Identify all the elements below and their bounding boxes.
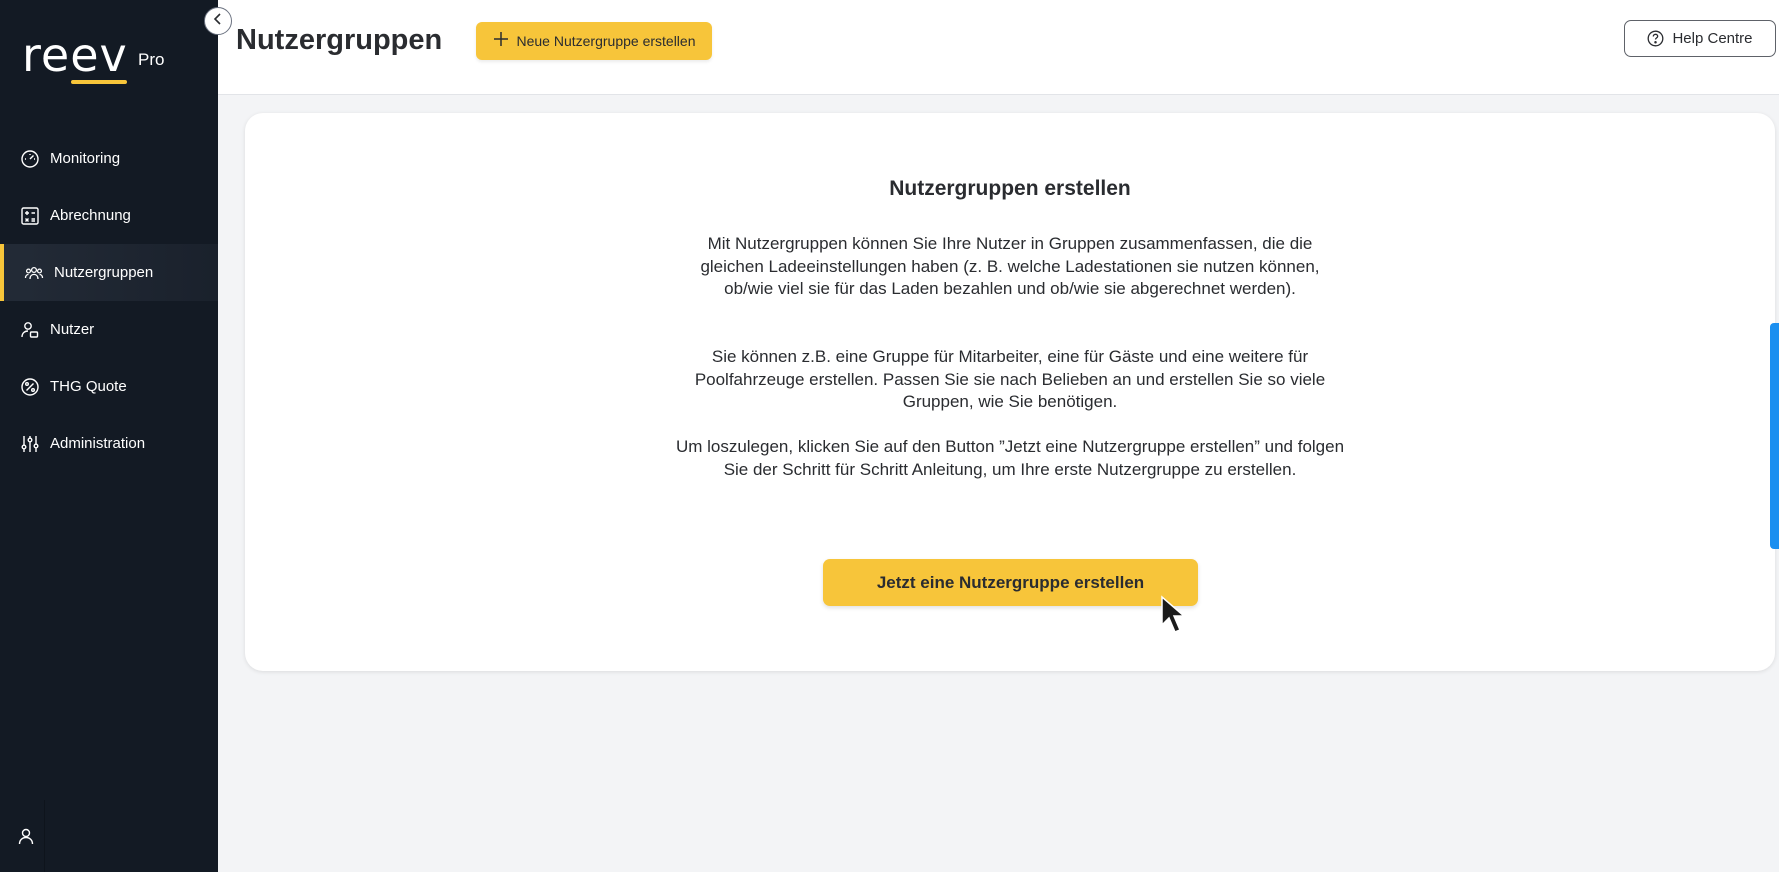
sidebar-item-nutzer[interactable]: Nutzer: [0, 301, 218, 358]
create-user-group-button[interactable]: Jetzt eine Nutzergruppe erstellen: [823, 559, 1198, 606]
help-centre-button[interactable]: Help Centre: [1624, 20, 1776, 57]
sliders-icon: [20, 434, 40, 454]
empty-state-paragraph-2: Sie können z.B. eine Gruppe für Mitarbei…: [694, 347, 1326, 411]
logo[interactable]: reev Pro: [22, 28, 182, 88]
sidebar-item-monitoring[interactable]: Monitoring: [0, 130, 218, 187]
user-group-icon: [24, 263, 44, 283]
help-centre-label: Help Centre: [1672, 30, 1753, 47]
sidebar-item-nutzergruppen[interactable]: Nutzergruppen: [0, 244, 218, 301]
new-user-group-button[interactable]: Neue Nutzergruppe erstellen: [476, 22, 712, 60]
sidebar-nav: Monitoring Abrechnung Nutzergruppen Nutz…: [0, 130, 218, 472]
page-title: Nutzergruppen: [236, 24, 443, 56]
sidebar-item-label: Nutzer: [50, 321, 95, 338]
sidebar-item-thg-quote[interactable]: THG Quote: [0, 358, 218, 415]
empty-state-paragraph-1: Mit Nutzergruppen können Sie Ihre Nutzer…: [700, 234, 1320, 298]
chevron-left-icon: [211, 12, 225, 31]
logo-sub: Pro: [138, 50, 165, 69]
help-icon: [1647, 30, 1664, 47]
empty-state-paragraph-3: Um loszulegen, klicken Sie auf den Butto…: [675, 437, 1345, 479]
mouse-cursor-icon: [1160, 595, 1194, 635]
sidebar-item-label: Monitoring: [50, 150, 121, 167]
sidebar-collapse-button[interactable]: [204, 7, 232, 35]
sidebar-item-label: Nutzergruppen: [54, 264, 154, 281]
account-button[interactable]: [16, 826, 40, 850]
user-icon: [20, 320, 40, 340]
sidebar-item-abrechnung[interactable]: Abrechnung: [0, 187, 218, 244]
percent-icon: [20, 377, 40, 397]
sidebar-item-label: THG Quote: [50, 378, 127, 395]
plus-icon: [493, 31, 509, 51]
footer-divider: [44, 800, 45, 872]
sidebar-item-label: Administration: [50, 435, 146, 452]
new-user-group-button-label: Neue Nutzergruppe erstellen: [516, 33, 696, 49]
logo-text: reev: [22, 28, 128, 82]
sidebar-item-label: Abrechnung: [50, 207, 131, 224]
speedometer-icon: [20, 149, 40, 169]
logo-underline: [71, 80, 127, 84]
sidebar-item-administration[interactable]: Administration: [0, 415, 218, 472]
user-icon: [16, 828, 36, 850]
empty-state-card: Nutzergruppen erstellen Mit Nutzergruppe…: [245, 113, 1775, 671]
calculator-icon: [20, 206, 40, 226]
topbar: Nutzergruppen Neue Nutzergruppe erstelle…: [218, 0, 1779, 95]
empty-state-title: Nutzergruppen erstellen: [889, 177, 1131, 200]
scrollbar-thumb[interactable]: [1770, 323, 1779, 549]
sidebar: reev Pro Monitoring Abrechnung Nutzergru…: [0, 0, 218, 872]
